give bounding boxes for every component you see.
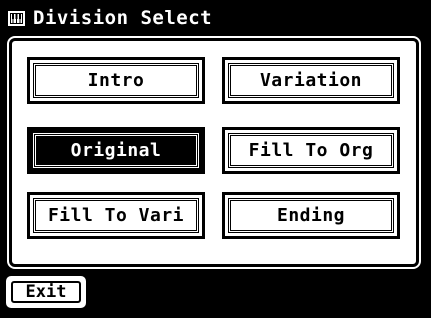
division-button-variation[interactable]: Variation <box>222 57 400 104</box>
division-button-label: Fill To Vari <box>47 205 185 226</box>
division-button-original[interactable]: Original <box>27 127 205 174</box>
division-button-label: Variation <box>259 70 363 91</box>
division-button-label: Ending <box>276 205 346 226</box>
division-button-label: Original <box>70 140 162 161</box>
division-panel: Intro Variation Original Fill To Org Fil… <box>9 38 419 267</box>
title-bar: Division Select <box>0 0 431 36</box>
division-select-screen: Division Select Intro Variation Original… <box>0 0 431 318</box>
division-button-ending[interactable]: Ending <box>222 192 400 239</box>
page-title: Division Select <box>33 7 213 29</box>
division-button-label: Fill To Org <box>248 140 374 161</box>
keyboard-icon <box>8 11 25 26</box>
exit-button[interactable]: Exit <box>6 276 86 308</box>
division-button-label: Intro <box>87 70 145 91</box>
exit-button-label: Exit <box>25 282 67 302</box>
division-button-fill-to-vari[interactable]: Fill To Vari <box>27 192 205 239</box>
division-button-fill-to-org[interactable]: Fill To Org <box>222 127 400 174</box>
division-button-intro[interactable]: Intro <box>27 57 205 104</box>
